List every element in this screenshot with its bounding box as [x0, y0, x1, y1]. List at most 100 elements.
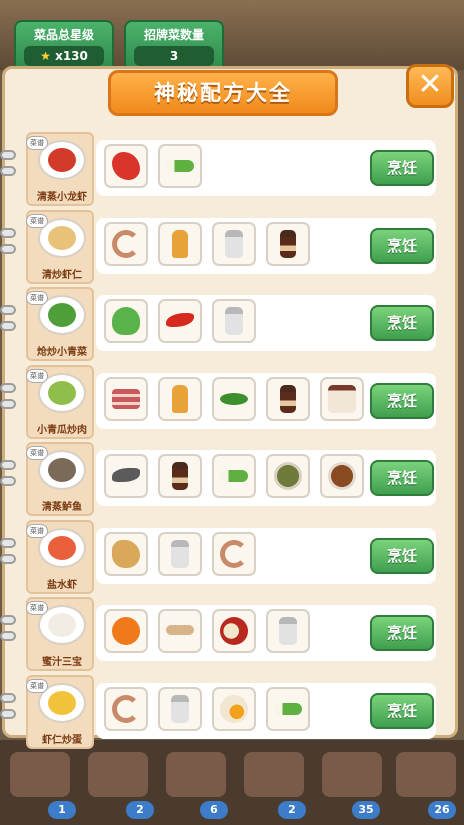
ingredient-slot: [320, 454, 364, 498]
panel-title: 神秘配方大全: [108, 70, 338, 116]
ingredient-slot: [104, 531, 148, 576]
total-stars-value: ★ x130: [24, 46, 104, 66]
recipe-tag: 菜谱: [26, 213, 48, 228]
egg-icon: [220, 694, 248, 723]
dish-name: 蜜汁三宝: [42, 657, 82, 668]
ingredient-slot: [212, 609, 256, 653]
ingredient-slot: [158, 376, 202, 421]
ingredient-slot: [158, 221, 202, 266]
dish-food-icon: [48, 148, 76, 172]
binder-ring: [0, 460, 16, 470]
recipe-row: 菜谱 小青瓜炒肉 烹饪: [0, 363, 440, 441]
shelf-item[interactable]: [244, 752, 304, 797]
recipe-tag: 菜谱: [26, 678, 48, 693]
binder-ring: [0, 150, 16, 160]
signature-dish-value: 3: [134, 46, 214, 66]
ingredient-slot: [212, 686, 256, 731]
oil-bottle-icon: [172, 229, 188, 258]
cook-button[interactable]: 烹饪: [370, 537, 434, 574]
ingredient-slot: [266, 609, 310, 653]
binder-ring: [0, 692, 16, 703]
soy-sauce-icon: [280, 384, 296, 413]
salt-shaker-icon: [225, 307, 243, 335]
ingredient-slot: [104, 454, 148, 498]
ingredient-slot: [212, 221, 256, 266]
ingredient-slot: [212, 376, 256, 421]
bok-choy-icon: [112, 307, 140, 335]
shelf-count-badge: 1: [48, 801, 76, 819]
shelf-item[interactable]: [10, 752, 70, 797]
dish-card[interactable]: 菜谱 炝炒小青菜: [26, 287, 94, 361]
dish-food-icon: [48, 380, 76, 405]
shelf-count-badge: 2: [126, 801, 154, 819]
cook-button[interactable]: 烹饪: [370, 382, 434, 419]
dish-card[interactable]: 菜谱 盐水虾: [26, 519, 94, 594]
cook-button[interactable]: 烹饪: [370, 460, 434, 496]
ingredient-slot: [212, 531, 256, 576]
cook-button[interactable]: 烹饪: [370, 615, 434, 651]
binder-ring: [0, 398, 16, 409]
binder-ring: [0, 243, 16, 254]
dish-card[interactable]: 菜谱 小青瓜炒肉: [26, 364, 94, 439]
scallion-icon: [220, 470, 248, 482]
ingredient-slot: [104, 299, 148, 343]
recipe-row: 菜谱 清炒虾仁 烹饪: [0, 208, 440, 286]
salt-shaker-icon: [171, 694, 189, 723]
close-button[interactable]: ✕: [406, 64, 454, 108]
ingredient-slot: [320, 376, 364, 421]
cook-button[interactable]: 烹饪: [370, 227, 434, 264]
dish-card[interactable]: 菜谱 清蒸小龙虾: [26, 132, 94, 206]
cook-button[interactable]: 烹饪: [370, 150, 434, 186]
recipe-tag: 菜谱: [26, 446, 48, 460]
recipe-row: 菜谱 盐水虾 烹饪: [0, 518, 440, 596]
recipe-row: 菜谱 清蒸鲈鱼 烹饪: [0, 440, 440, 518]
shelf-item[interactable]: [166, 752, 226, 797]
ingredient-slot: [104, 144, 148, 188]
total-stars-label: 菜品总星级: [33, 28, 94, 42]
cook-button[interactable]: 烹饪: [370, 692, 434, 729]
dish-food-icon: [48, 535, 76, 560]
recipe-tag: 菜谱: [26, 136, 48, 150]
spice-bowl-icon: [328, 462, 356, 490]
ingredient-slot: [158, 609, 202, 653]
soy-sauce-icon: [280, 229, 296, 258]
total-stars-count: x130: [55, 49, 88, 63]
recipe-tag: 菜谱: [26, 601, 48, 615]
shelf-item[interactable]: [396, 752, 456, 797]
star-icon: ★: [40, 49, 51, 63]
scallion-icon: [274, 702, 302, 715]
seasoning-jar-icon: [328, 384, 356, 413]
binder-ring: [0, 321, 16, 331]
soy-sauce-icon: [172, 462, 188, 490]
dish-food-icon: [48, 458, 76, 482]
binder-ring: [0, 631, 16, 641]
binder-ring: [0, 553, 16, 564]
binder-ring: [0, 382, 16, 393]
shelf-count-badge: 35: [352, 801, 380, 819]
recipe-list: 菜谱 清蒸小龙虾 烹饪 菜谱 清炒虾仁 烹饪 菜谱 炝炒小青菜 烹饪 菜谱 小青瓜炒肉 烹饪 菜谱 清蒸鲈…: [0, 130, 440, 751]
ingredient-slot: [104, 609, 148, 653]
signature-dish-label: 招牌菜数量: [143, 28, 204, 42]
recipe-row: 菜谱 虾仁炒蛋 烹饪: [0, 673, 440, 751]
binder-ring: [0, 537, 16, 548]
binder-ring: [0, 305, 16, 315]
recipe-tag: 菜谱: [26, 368, 48, 383]
shelf-item[interactable]: [322, 752, 382, 797]
dish-name: 炝炒小青菜: [37, 347, 87, 358]
cucumber-icon: [220, 392, 248, 405]
dish-card[interactable]: 菜谱 清炒虾仁: [26, 209, 94, 284]
cook-button[interactable]: 烹饪: [370, 305, 434, 341]
ingredient-slot: [158, 531, 202, 576]
binder-ring: [0, 166, 16, 176]
yam-icon: [166, 625, 194, 635]
dish-card[interactable]: 菜谱 清蒸鲈鱼: [26, 442, 94, 516]
scallion-icon: [166, 160, 194, 172]
shelf-item[interactable]: [88, 752, 148, 797]
dish-card[interactable]: 菜谱 虾仁炒蛋: [26, 674, 94, 749]
binder-ring: [0, 227, 16, 238]
ingredient-slot: [104, 221, 148, 266]
total-stars-card: 菜品总星级 ★ x130: [14, 20, 114, 72]
shrimp-icon: [112, 694, 140, 723]
dish-card[interactable]: 菜谱蜜汁三宝: [26, 597, 94, 671]
ingredient-slot: [266, 454, 310, 498]
